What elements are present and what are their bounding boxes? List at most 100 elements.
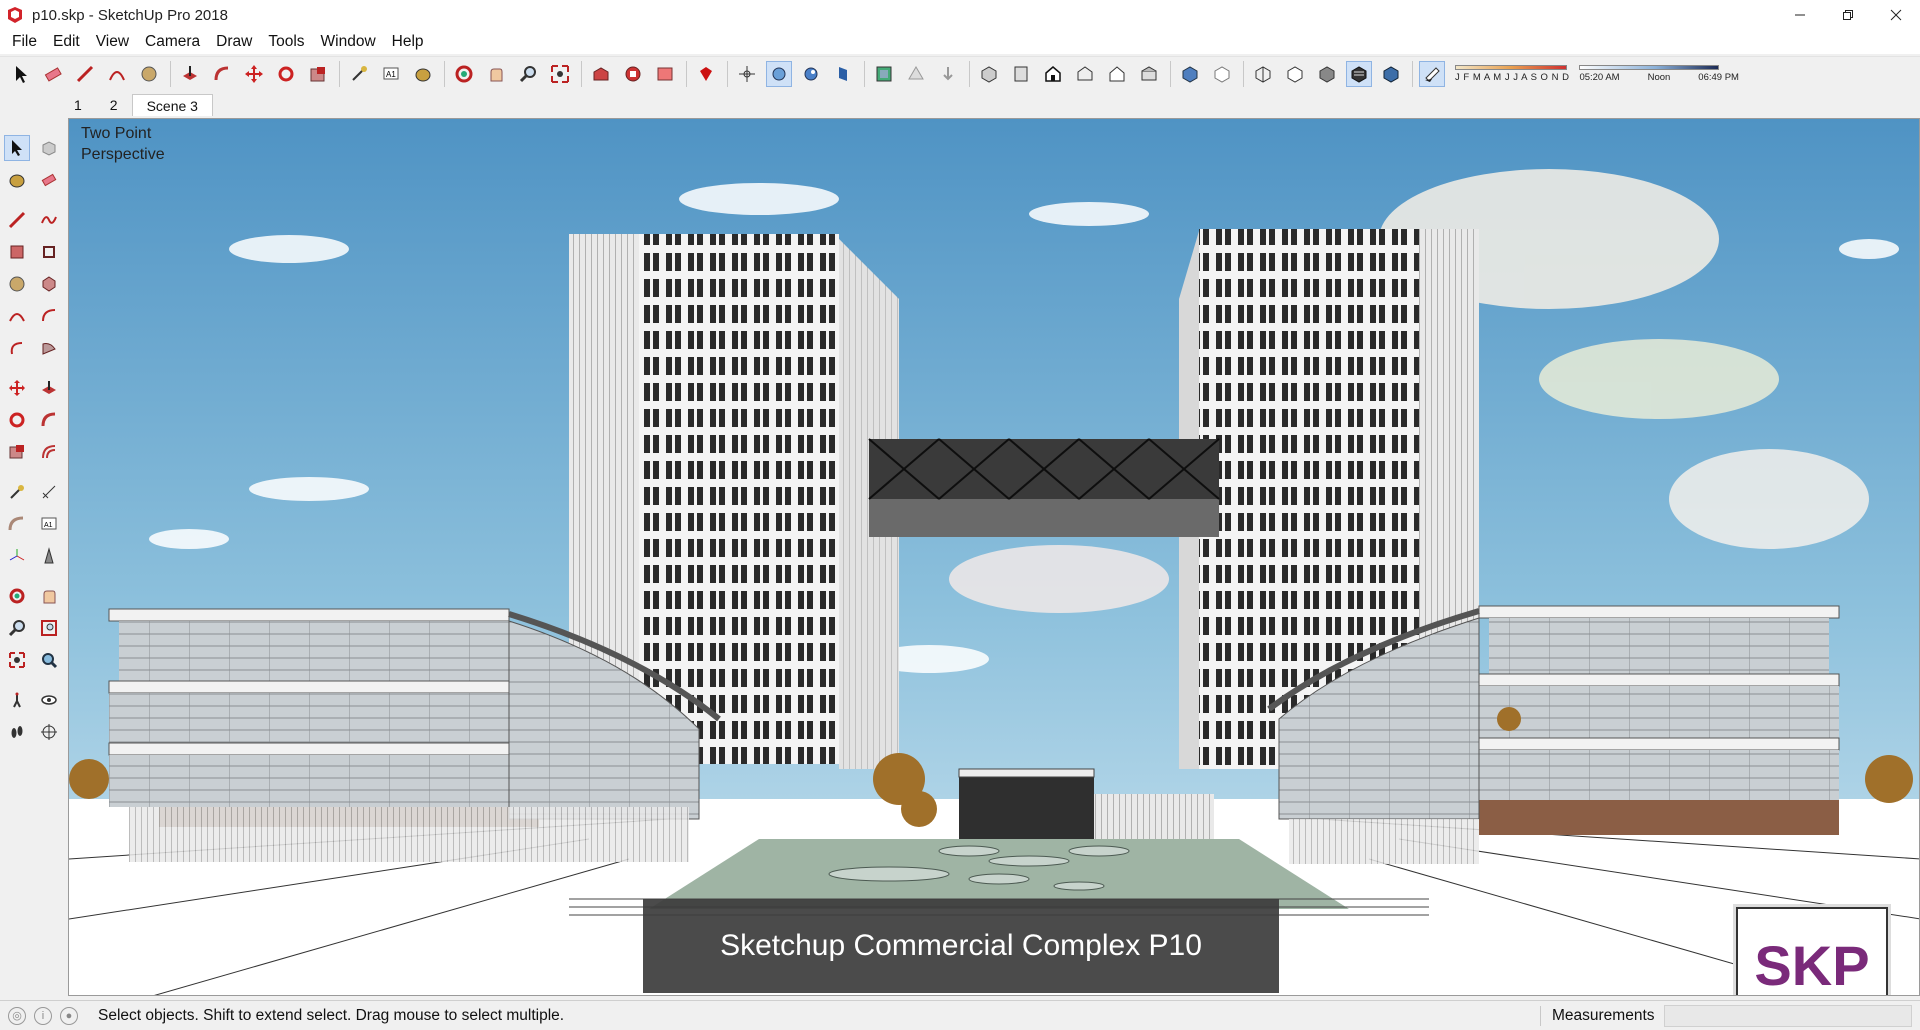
warehouse-button[interactable] (588, 61, 614, 87)
arc-tool-button[interactable] (104, 61, 130, 87)
zoom-tool[interactable] (4, 615, 30, 641)
menu-edit[interactable]: Edit (45, 33, 88, 51)
two-point-arc-tool[interactable] (36, 303, 62, 329)
zoom-window-tool[interactable] (36, 615, 62, 641)
section-plane-tool[interactable] (36, 719, 62, 745)
back-edges-button[interactable] (1209, 61, 1235, 87)
pie-tool[interactable] (36, 335, 62, 361)
hidden-line-button[interactable] (1282, 61, 1308, 87)
pencil-tool-button[interactable] (72, 61, 98, 87)
three-point-arc-tool[interactable] (4, 335, 30, 361)
position-camera-tool[interactable] (4, 687, 30, 713)
xray-button[interactable] (1177, 61, 1203, 87)
menu-tools[interactable]: Tools (260, 33, 312, 51)
rotate-tool[interactable] (4, 407, 30, 433)
offset-tool[interactable] (36, 439, 62, 465)
followme-tool-button[interactable] (209, 61, 235, 87)
rotated-rectangle-tool[interactable] (36, 239, 62, 265)
monochrome-button[interactable] (1378, 61, 1404, 87)
tape-tool-button[interactable] (346, 61, 372, 87)
section-fill-button[interactable] (935, 61, 961, 87)
menu-view[interactable]: View (88, 33, 137, 51)
3d-text-tool[interactable] (36, 543, 62, 569)
shadows-toggle-button[interactable] (1419, 60, 1445, 87)
extension-warehouse-button[interactable] (620, 61, 646, 87)
text-tool-button[interactable]: A1 (378, 61, 404, 87)
textured-button[interactable] (1346, 60, 1372, 87)
time-slider[interactable] (1579, 64, 1720, 70)
wireframe-button[interactable] (1250, 61, 1276, 87)
polygon-tool[interactable] (36, 271, 62, 297)
scale-tool-button[interactable] (305, 61, 331, 87)
orbit-tool-button[interactable] (451, 61, 477, 87)
shape-tool-button[interactable] (136, 61, 162, 87)
component-tool[interactable] (36, 135, 62, 161)
front-view-button[interactable] (1040, 61, 1066, 87)
look-around-button[interactable] (798, 61, 824, 87)
zoom-extents-tool[interactable] (4, 647, 30, 673)
xray-icon (1182, 65, 1198, 83)
back-view-button[interactable] (1104, 61, 1130, 87)
select-tool[interactable] (4, 135, 30, 161)
user-icon[interactable]: ● (60, 1006, 78, 1025)
pan-tool[interactable] (36, 583, 62, 609)
ruby-console-button[interactable] (693, 61, 719, 87)
left-view-button[interactable] (1136, 61, 1162, 87)
info-icon[interactable]: i (34, 1006, 52, 1025)
move-tool[interactable] (4, 375, 30, 401)
position-camera-button[interactable] (734, 61, 760, 87)
model-viewport[interactable]: Two Point Perspective Sketchup Commercia… (68, 118, 1920, 996)
month-slider[interactable] (1455, 64, 1567, 70)
section-plane-button[interactable] (830, 61, 856, 87)
rectangle-tool[interactable] (4, 239, 30, 265)
eraser-tool[interactable] (36, 167, 62, 193)
pushpull-tool[interactable] (36, 375, 62, 401)
arc-tool[interactable] (4, 303, 30, 329)
zoom-extents-button[interactable] (547, 61, 573, 87)
dimension-tool[interactable] (36, 479, 62, 505)
previous-view-tool[interactable] (36, 647, 62, 673)
geo-location-icon[interactable]: ◎ (8, 1006, 26, 1025)
paint-bucket-tool[interactable] (4, 167, 30, 193)
axes-tool[interactable] (4, 543, 30, 569)
text-tool[interactable]: A1 (36, 511, 62, 537)
section-cut-button[interactable] (903, 61, 929, 87)
scene-tab-2[interactable]: 2 (96, 94, 132, 116)
menu-draw[interactable]: Draw (208, 33, 260, 51)
menu-window[interactable]: Window (313, 33, 384, 51)
pushpull-tool-button[interactable] (177, 61, 203, 87)
circle-tool[interactable] (4, 271, 30, 297)
orbit-tool[interactable] (4, 583, 30, 609)
menu-help[interactable]: Help (384, 33, 432, 51)
iso-view-button[interactable] (976, 61, 1002, 87)
rotate-tool-button[interactable] (273, 61, 299, 87)
right-view-button[interactable] (1072, 61, 1098, 87)
minimize-button[interactable] (1776, 0, 1824, 30)
close-button[interactable] (1872, 0, 1920, 30)
scene-tab-1[interactable]: 1 (60, 94, 96, 116)
select-tool-button[interactable] (8, 61, 34, 87)
protractor-tool[interactable] (4, 511, 30, 537)
move-tool-button[interactable] (241, 61, 267, 87)
tape-measure-tool[interactable] (4, 479, 30, 505)
followme-tool[interactable] (36, 407, 62, 433)
scene-tab-3[interactable]: Scene 3 (131, 94, 213, 116)
pan-tool-button[interactable] (483, 61, 509, 87)
layout-button[interactable] (652, 61, 678, 87)
section-display-button[interactable] (871, 61, 897, 87)
freehand-tool[interactable] (36, 207, 62, 233)
eraser-tool-button[interactable] (40, 61, 66, 87)
shaded-button[interactable] (1314, 61, 1340, 87)
menu-file[interactable]: File (4, 33, 45, 51)
scale-tool[interactable] (4, 439, 30, 465)
walk-tool[interactable] (4, 719, 30, 745)
paint-tool-button[interactable] (410, 61, 436, 87)
line-tool[interactable] (4, 207, 30, 233)
measurements-input[interactable] (1664, 1005, 1912, 1027)
menu-camera[interactable]: Camera (137, 33, 208, 51)
restore-button[interactable] (1824, 0, 1872, 30)
top-view-button[interactable] (1008, 61, 1034, 87)
zoom-tool-button[interactable] (515, 61, 541, 87)
look-around-tool[interactable] (36, 687, 62, 713)
walk-button[interactable] (766, 60, 792, 87)
